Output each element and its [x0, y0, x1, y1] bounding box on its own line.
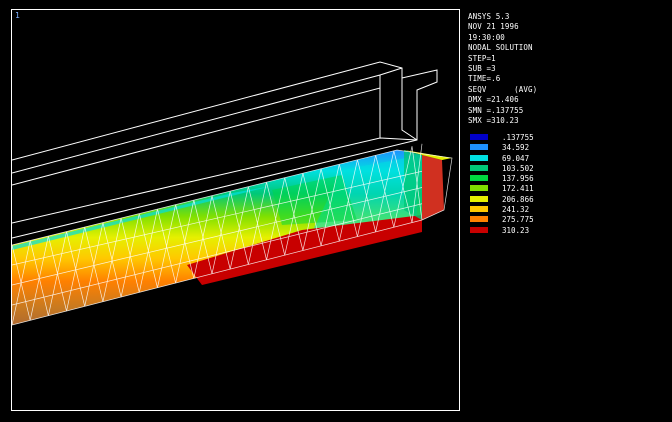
info-line: DMX =21.406	[468, 95, 519, 105]
info-panel: ANSYS 5.3 NOV 21 1996 19:30:00 NODAL SOLUTI…	[468, 12, 668, 126]
legend-entry: 103.502	[468, 164, 668, 174]
legend-swatch	[470, 226, 488, 233]
legend-swatch	[470, 206, 488, 213]
info-line: NOV 21 1996	[468, 22, 519, 32]
legend-value: 310.23	[502, 225, 530, 235]
legend-swatch	[470, 154, 488, 161]
legend-value: .137755	[502, 133, 534, 142]
legend-swatch	[470, 144, 488, 151]
deformed-beam	[12, 150, 452, 325]
legend-entry: 310.23	[468, 226, 668, 236]
legend-entry: 241.32	[468, 205, 668, 215]
legend-value: 206.866	[502, 194, 534, 204]
legend-value: 137.956	[502, 174, 534, 184]
legend-value: 103.502	[502, 163, 534, 173]
legend-swatch	[470, 195, 488, 202]
info-line: NODAL SOLUTION	[468, 43, 533, 53]
info-line: SMX =310.23	[468, 116, 519, 126]
beam-model	[12, 61, 453, 326]
info-line: SEQV (AVG)	[468, 84, 538, 94]
legend-swatch	[470, 175, 488, 182]
info-line: SMN =.137755	[468, 105, 524, 115]
graphics-viewport[interactable]: 1	[11, 9, 460, 411]
legend-entry: 69.047	[468, 154, 668, 164]
legend-swatch	[470, 164, 488, 171]
info-line: TIME=.6	[468, 74, 501, 84]
legend-entry: 137.956	[468, 174, 668, 184]
legend-value: 275.775	[502, 215, 534, 225]
legend-swatch	[470, 134, 488, 140]
legend-entry: 275.775	[468, 215, 668, 225]
legend-value: 241.32	[502, 205, 530, 215]
info-line: SUB =3	[468, 64, 496, 74]
legend-value: 69.047	[502, 153, 530, 163]
info-line: ANSYS 5.3	[468, 12, 510, 21]
legend-swatch	[470, 216, 488, 223]
legend-entry: 34.592	[468, 143, 668, 153]
legend-entry: 172.411	[468, 184, 668, 194]
info-line: STEP=1	[468, 53, 496, 63]
legend-value: 34.592	[502, 143, 530, 153]
legend-entry: 206.866	[468, 195, 668, 205]
legend-value: 172.411	[502, 184, 534, 194]
legend-entry: .137755	[468, 133, 668, 143]
viewport-number: 1	[15, 11, 20, 20]
contour-legend: .137755 34.592 69.047 103.502 137.956 172.411…	[468, 133, 668, 236]
legend-swatch	[470, 185, 488, 192]
info-line: 19:30:00	[468, 32, 505, 42]
